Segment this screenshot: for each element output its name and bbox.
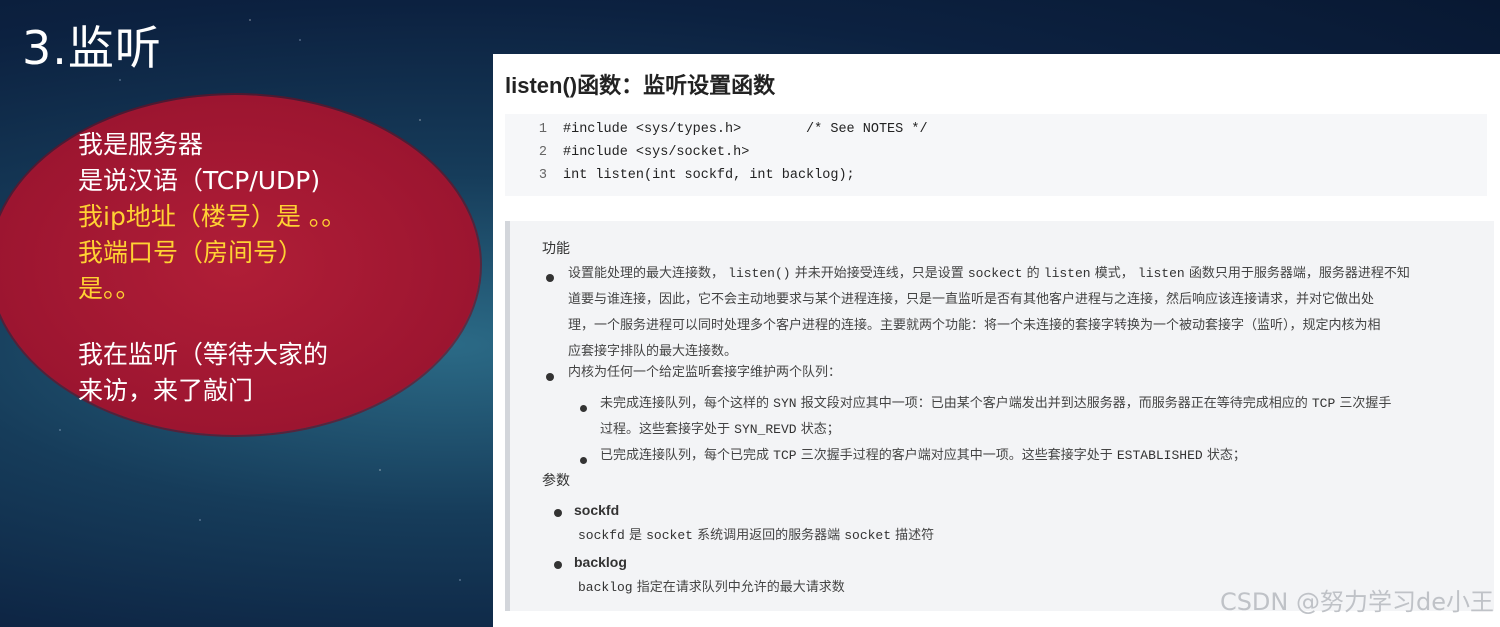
queue-item-complete: 已完成连接队列，每个已完成 TCP 三次握手过程的客户端对应其中一项。这些套接字… [600, 448, 1246, 463]
line-number: 2 [538, 145, 547, 160]
param-name-backlog: backlog [574, 554, 627, 570]
description-block: 功能 设置能处理的最大连接数， listen() 并未开始接受连线，只是设置 s… [505, 221, 1494, 611]
code-line: 1 #include <sys/types.h> /* See NOTES */ [505, 122, 1487, 144]
function-paragraph-2: 内核为任何一个给定监听套接字维护两个队列： [568, 365, 842, 380]
bubble-line: 我是服务器 [78, 130, 204, 159]
param-desc-backlog: backlog 指定在请求队列中允许的最大请求数 [578, 580, 845, 595]
bubble-text: 我是服务器 是说汉语（TCP/UDP) 我ip地址（楼号）是 。。 我端口号（房… [78, 127, 346, 409]
bubble-line-highlight: 是。。 [78, 274, 141, 303]
param-name-sockfd: sockfd [574, 502, 620, 518]
code-line: 3 int listen(int sockfd, int backlog); [505, 168, 1487, 190]
param-desc-sockfd: sockfd 是 socket 系统调用返回的服务器端 socket 描述符 [578, 528, 935, 543]
code-block: 1 #include <sys/types.h> /* See NOTES */… [505, 114, 1487, 196]
bullet-icon [546, 373, 554, 381]
code-text: #include <sys/socket.h> [563, 145, 750, 160]
watermark: CSDN @努力学习de小王 [1219, 588, 1494, 616]
function-paragraph: 设置能处理的最大连接数， listen() 并未开始接受连线，只是设置 sock… [568, 266, 1410, 359]
bubble-line: 我在监听（等待大家的 [78, 340, 329, 369]
code-text: #include <sys/types.h> /* See NOTES */ [563, 122, 928, 137]
section-label-function: 功能 [542, 241, 570, 257]
bubble-line-highlight: 我端口号（房间号） [78, 238, 304, 267]
sub-bullet-icon [580, 405, 587, 412]
bubble-line: 来访，来了敲门 [78, 376, 254, 405]
doc-heading: listen()函数：监听设置函数 [505, 73, 776, 98]
queue-item-incomplete: 未完成连接队列，每个这样的 SYN 报文段对应其中一项：已由某个客户端发出并到达… [600, 396, 1392, 437]
code-text: int listen(int sockfd, int backlog); [563, 168, 855, 183]
bullet-icon [554, 509, 562, 517]
line-number: 3 [538, 168, 547, 183]
bullet-icon [546, 274, 554, 282]
document-panel: listen()函数：监听设置函数 1 #include <sys/types.… [493, 54, 1500, 627]
bubble-line: 是说汉语（TCP/UDP) [78, 166, 321, 195]
sub-bullet-icon [580, 457, 587, 464]
bubble-line-highlight: 我ip地址（楼号）是 。。 [78, 202, 347, 231]
line-number: 1 [538, 122, 547, 137]
code-line: 2 #include <sys/socket.h> [505, 145, 1487, 167]
section-label-params: 参数 [542, 473, 570, 489]
bullet-icon [554, 561, 562, 569]
slide-title: 3.监听 [22, 21, 162, 75]
